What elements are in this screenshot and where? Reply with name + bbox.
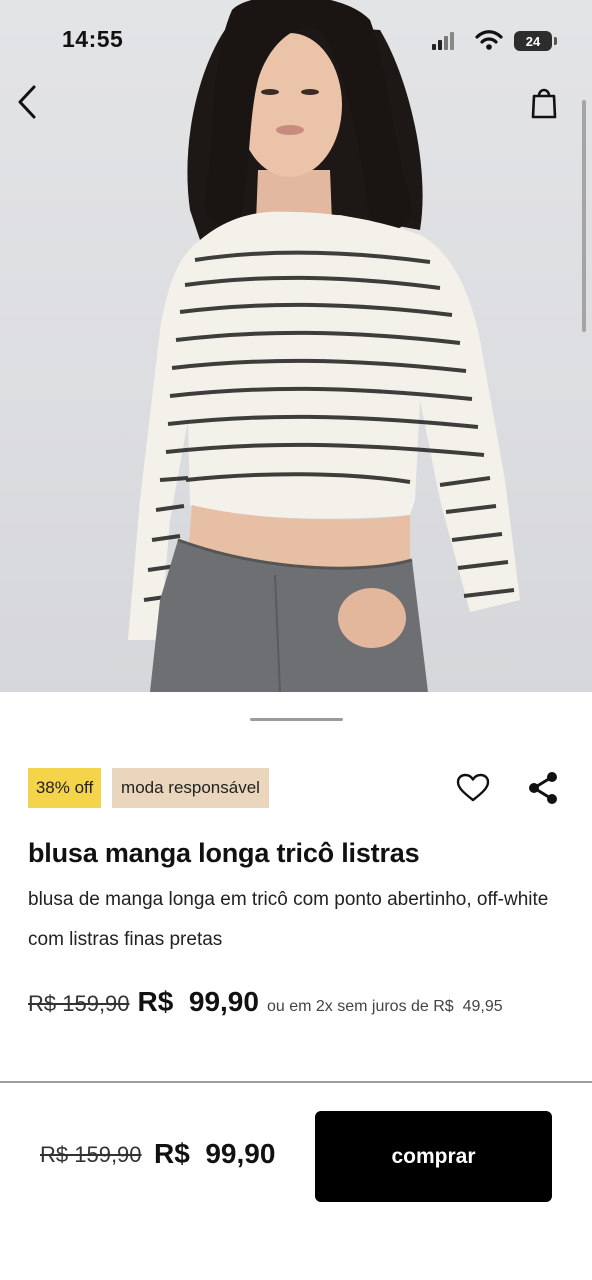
shopping-bag-button[interactable] [530, 86, 574, 132]
heart-icon [456, 773, 490, 802]
wifi-icon [475, 30, 503, 50]
scrollbar[interactable] [582, 100, 586, 332]
original-price: R$ 159,90 [28, 991, 130, 1016]
chevron-left-icon [18, 85, 36, 119]
shopping-bag-icon [531, 88, 557, 119]
share-icon [529, 772, 557, 804]
status-bar: 14:55 24 [0, 0, 592, 80]
back-button[interactable] [16, 84, 56, 132]
discount-badge: 38% off [28, 768, 101, 808]
installments-text: ou em 2x sem juros de R$ 49,95 [266, 998, 503, 1015]
status-icons: 24 [430, 28, 560, 56]
sustainable-badge: moda responsável [112, 768, 269, 808]
product-description: blusa de manga longa em tricô com ponto … [28, 889, 549, 950]
product-image[interactable]: 14:55 24 [0, 0, 592, 692]
bottom-sale-price: R$ 99,90 [154, 1138, 276, 1169]
sale-price: R$ 99,90 [137, 986, 259, 1017]
buy-button-label: comprar [391, 1144, 476, 1168]
sheet-handle[interactable] [250, 718, 343, 721]
product-photo-illustration [128, 0, 520, 692]
favorite-button[interactable] [452, 768, 494, 808]
buy-button[interactable]: comprar [315, 1111, 552, 1202]
product-page: 14:55 24 38% off moda responsável blusa … [0, 0, 592, 1280]
battery-icon: 24 [514, 31, 557, 51]
divider [0, 1081, 592, 1083]
bottom-original-price: R$ 159,90 [40, 1142, 142, 1167]
product-title: blusa manga longa tricô listras [28, 838, 420, 868]
price-row: R$ 159,90 R$ 99,90 ou em 2x sem juros de… [28, 986, 588, 1026]
share-button[interactable] [522, 766, 564, 810]
status-time: 14:55 [62, 26, 124, 52]
battery-level-text: 24 [525, 33, 541, 49]
